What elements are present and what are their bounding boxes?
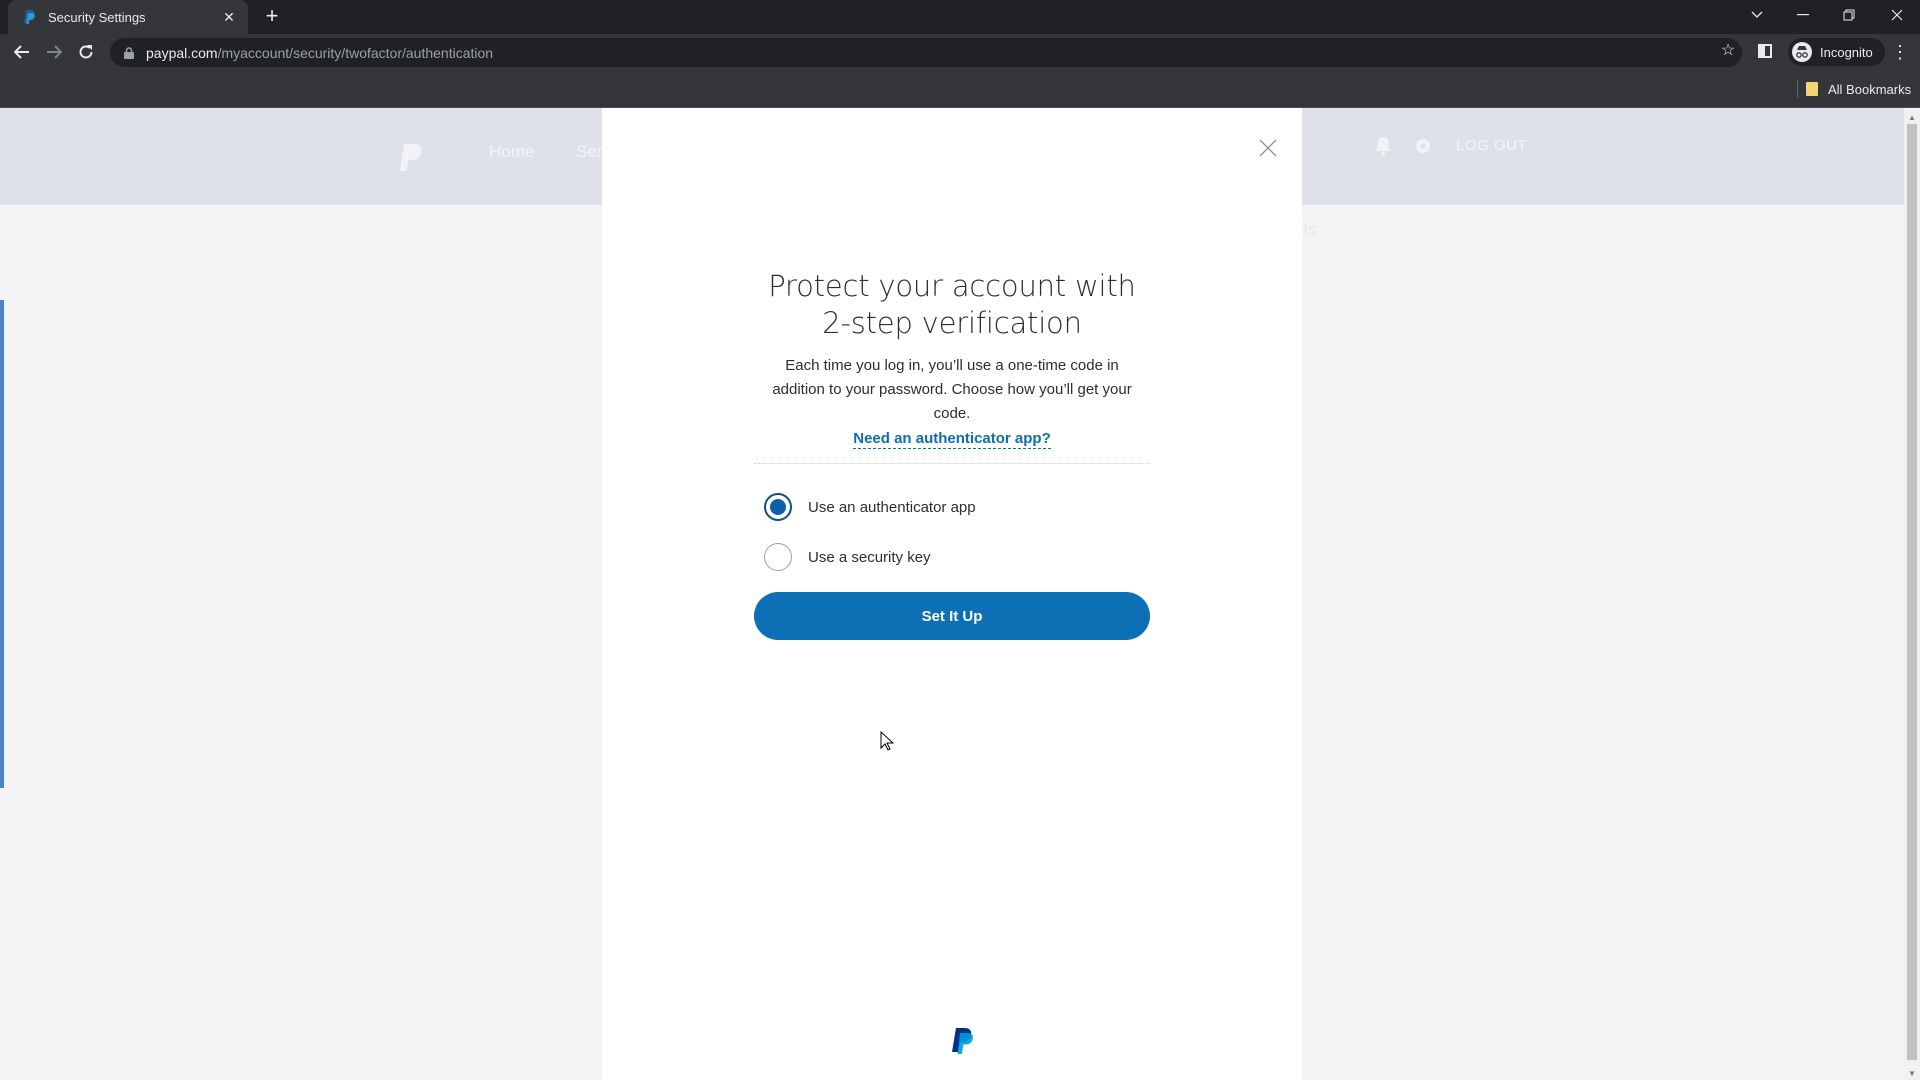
url-path: /myaccount/security/twofactor/authentica… — [217, 44, 494, 61]
browser-toolbar: paypal.com /myaccount/security/twofactor… — [0, 34, 1920, 70]
all-bookmarks-label: All Bookmarks — [1828, 81, 1912, 97]
option-label: Use an authenticator app — [808, 498, 976, 516]
minimize-icon[interactable] — [1780, 0, 1826, 30]
incognito-icon — [1792, 42, 1812, 62]
scroll-up-arrow-icon[interactable]: ▲ — [1904, 110, 1920, 124]
nav-home-link[interactable]: Home — [489, 142, 534, 162]
mouse-cursor-icon — [880, 731, 894, 751]
paypal-logo-icon[interactable] — [400, 144, 424, 172]
dialog-divider — [754, 463, 1150, 464]
dialog-description: Each time you log in, you’ll use a one-t… — [772, 357, 1132, 422]
side-panel-icon[interactable] — [1758, 44, 1772, 58]
paypal-logo-icon — [952, 1028, 973, 1054]
tab-search-chevron-down-icon[interactable] — [1734, 0, 1780, 30]
tab-close-icon[interactable]: ✕ — [220, 9, 238, 26]
left-accent-bar — [0, 300, 4, 788]
logout-link[interactable]: LOG OUT — [1456, 137, 1527, 154]
tab-title: Security Settings — [48, 9, 146, 25]
window-close-icon[interactable] — [1874, 0, 1920, 30]
background-text-fragment: ils — [1300, 220, 1317, 239]
dialog-title: Protect your account with 2-step verific… — [768, 269, 1136, 340]
browser-menu-kebab-icon[interactable]: ⋮ — [1891, 40, 1909, 64]
incognito-label: Incognito — [1820, 44, 1873, 60]
bell-icon[interactable] — [1374, 136, 1392, 156]
bookmarks-divider — [1797, 80, 1798, 98]
dialog-content: Protect your account with 2-step verific… — [754, 268, 1150, 640]
nav-send-link[interactable]: Ser — [576, 142, 602, 162]
scroll-down-arrow-icon[interactable]: ▼ — [1904, 1066, 1920, 1080]
option-authenticator-app[interactable]: Use an authenticator app — [754, 482, 1150, 532]
dialog-close-icon[interactable] — [1257, 137, 1279, 159]
option-security-key[interactable]: Use a security key — [754, 532, 1150, 582]
page-scrollbar[interactable]: ▲ ▼ — [1904, 108, 1920, 1080]
scrollbar-thumb[interactable] — [1907, 124, 1917, 1060]
lock-icon — [122, 46, 136, 60]
paypal-favicon-icon — [22, 9, 38, 25]
address-bar[interactable]: paypal.com /myaccount/security/twofactor… — [110, 38, 1742, 67]
back-arrow-icon[interactable] — [10, 40, 34, 64]
folder-icon — [1806, 82, 1818, 96]
bookmark-star-icon[interactable]: ☆ — [1716, 38, 1740, 62]
incognito-profile-button[interactable]: Incognito — [1788, 38, 1885, 66]
new-tab-plus-icon[interactable]: + — [260, 5, 284, 29]
set-it-up-button[interactable]: Set It Up — [754, 592, 1150, 640]
option-label: Use a security key — [808, 548, 931, 566]
tab-security-settings[interactable]: Security Settings ✕ — [8, 0, 248, 34]
verification-method-options: Use an authenticator app Use a security … — [754, 482, 1150, 582]
need-authenticator-app-link[interactable]: Need an authenticator app? — [853, 430, 1051, 449]
gear-icon[interactable] — [1414, 136, 1432, 156]
radio-authenticator-app[interactable] — [764, 493, 792, 521]
tab-strip: Security Settings ✕ + — [0, 0, 1920, 34]
forward-arrow-icon[interactable] — [42, 40, 66, 64]
two-step-verification-dialog: Protect your account with 2-step verific… — [602, 108, 1302, 1080]
all-bookmarks-button[interactable]: All Bookmarks — [1806, 78, 1911, 100]
url-host: paypal.com — [146, 44, 218, 61]
bookmarks-bar: All Bookmarks — [0, 70, 1920, 108]
restore-icon[interactable] — [1826, 0, 1872, 30]
radio-security-key[interactable] — [764, 543, 792, 571]
reload-icon[interactable] — [74, 40, 98, 64]
